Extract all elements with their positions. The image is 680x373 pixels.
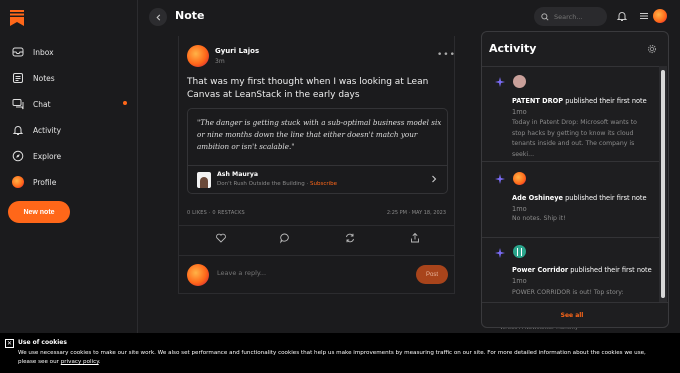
author-name[interactable]: Gyuri Lajos <box>215 47 259 55</box>
quote-source: Don't Rush Outside the Building · Subscr… <box>217 181 337 187</box>
activity-body: POWER CORRIDOR is out! Top story: <box>512 289 624 296</box>
sidebar-item-profile[interactable]: Profile <box>12 172 127 192</box>
sidebar-item-activity[interactable]: Activity <box>12 120 127 140</box>
close-icon[interactable]: ✕ <box>5 339 14 348</box>
activity-author: Ade Oshineye <box>512 194 564 202</box>
restack-icon[interactable] <box>344 232 356 244</box>
like-icon[interactable] <box>215 232 227 244</box>
note-card: Gyuri Lajos 3m ••• That was my first tho… <box>178 36 455 294</box>
sidebar-item-label: Notes <box>33 73 55 83</box>
activity-action: published their first note <box>563 194 647 202</box>
divider <box>482 161 662 162</box>
note-stats: 0 LIKES · 0 RESTACKS <box>187 210 245 216</box>
sidebar-item-inbox[interactable]: Inbox <box>12 42 127 62</box>
bell-icon <box>12 126 24 135</box>
inbox-icon <box>12 47 24 57</box>
header: Note <box>139 0 680 34</box>
activity-item-heading: Ade Oshineye published their first note … <box>512 193 654 215</box>
share-icon[interactable] <box>409 232 421 244</box>
post-button[interactable]: Post <box>416 265 448 284</box>
activity-item-heading: Power Corridor published their first not… <box>512 265 654 287</box>
unread-dot <box>123 101 127 105</box>
menu-icon[interactable] <box>638 10 650 22</box>
avatar <box>187 264 209 286</box>
sidebar-item-label: Inbox <box>33 47 54 57</box>
sidebar: Inbox Notes Chat Activity Explore Profil… <box>0 0 138 373</box>
chevron-left-icon <box>155 14 160 20</box>
cookie-end: . <box>98 359 101 365</box>
activity-action: published their first note <box>563 97 647 105</box>
reply-input[interactable] <box>217 269 377 277</box>
see-all-link[interactable]: See all <box>482 312 662 319</box>
quote-author: Ash Maurya <box>217 171 259 178</box>
divider <box>188 165 447 166</box>
activity-time: 1mo <box>512 108 527 116</box>
patent-drop-avatar <box>513 75 526 88</box>
activity-author: PATENT DROP <box>512 97 564 105</box>
activity-time: 1mo <box>512 277 527 285</box>
quote-text: "The danger is getting stuck with a sub-… <box>197 118 442 151</box>
divider <box>482 66 662 67</box>
notifications-bell-icon[interactable] <box>616 10 628 22</box>
activity-action: published their first note <box>568 266 652 274</box>
gear-icon[interactable] <box>647 44 657 54</box>
chat-icon <box>12 99 24 110</box>
quote-card[interactable]: "The danger is getting stuck with a sub-… <box>187 108 448 194</box>
note-date: 2:25 PM · MAY 18, 2023 <box>386 210 446 216</box>
sidebar-item-label: Explore <box>33 151 62 161</box>
sidebar-item-label: Profile <box>33 177 57 187</box>
divider <box>482 302 668 303</box>
comment-icon[interactable] <box>279 232 291 244</box>
activity-item-heading: PATENT DROP published their first note 1… <box>512 96 654 118</box>
sidebar-item-label: Activity <box>33 125 62 135</box>
subscribe-link[interactable]: Subscribe <box>310 181 337 187</box>
ade-oshineye-avatar <box>513 172 526 185</box>
cookie-message: We use necessary cookies to make our sit… <box>18 350 646 365</box>
author-avatar[interactable] <box>187 45 209 67</box>
divider <box>179 293 454 294</box>
activity-scrollbar[interactable] <box>659 66 667 302</box>
activity-title: Activity <box>489 42 537 55</box>
compass-icon <box>12 150 24 162</box>
power-corridor-avatar <box>513 245 526 258</box>
activity-body: No notes. Ship it! <box>512 215 566 222</box>
chevron-right-icon <box>432 175 437 183</box>
user-avatar[interactable] <box>653 9 667 23</box>
divider <box>179 225 454 226</box>
sidebar-item-notes[interactable]: Notes <box>12 68 127 88</box>
note-text: That was my first thought when I was loo… <box>187 77 429 100</box>
note-time: 3m <box>215 58 225 65</box>
activity-author: Power Corridor <box>512 266 569 274</box>
search-icon <box>541 12 549 21</box>
new-note-button[interactable]: New note <box>8 201 70 223</box>
page-title: Note <box>175 9 205 22</box>
substack-logo-icon[interactable] <box>10 10 24 26</box>
divider <box>179 255 454 256</box>
activity-time: 1mo <box>512 205 527 213</box>
search-input[interactable] <box>554 12 599 21</box>
scrollbar-thumb[interactable] <box>661 70 665 298</box>
sparkle-icon <box>495 77 505 87</box>
more-options-icon[interactable]: ••• <box>437 50 456 60</box>
avatar <box>12 176 24 188</box>
sidebar-item-label: Chat <box>33 99 51 109</box>
cookie-banner: ✕ Use of cookies We use necessary cookie… <box>0 333 680 373</box>
notes-icon <box>13 73 23 83</box>
activity-panel: Activity PATENT DROP published their fir… <box>481 31 669 328</box>
sparkle-icon <box>495 174 505 184</box>
quote-book-title: Don't Rush Outside the Building <box>217 181 305 187</box>
activity-body: Today in Patent Drop: Microsoft wants to… <box>512 119 637 158</box>
sidebar-item-chat[interactable]: Chat <box>12 94 127 114</box>
cookie-text: We use necessary cookies to make our sit… <box>18 349 658 367</box>
sparkle-icon <box>495 248 505 258</box>
back-button[interactable] <box>149 8 167 26</box>
app: Inbox Notes Chat Activity Explore Profil… <box>0 0 680 373</box>
sidebar-item-explore[interactable]: Explore <box>12 146 127 166</box>
search-box[interactable] <box>534 7 607 26</box>
privacy-policy-link[interactable]: privacy policy <box>61 359 99 365</box>
cookie-title: Use of cookies <box>18 339 67 346</box>
divider <box>482 237 662 238</box>
quote-author-thumbnail <box>197 172 211 188</box>
